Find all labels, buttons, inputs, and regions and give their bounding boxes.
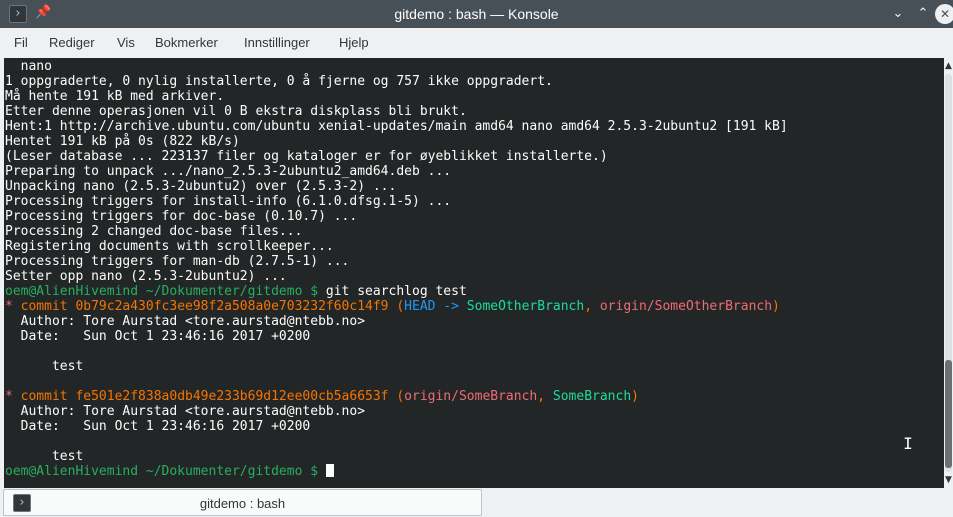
terminal-text-segment: Processing 2 changed doc-base files... [5,224,303,239]
terminal-text-segment: Date: Sun Oct 1 23:46:16 2017 +0200 [5,419,311,434]
menu-help[interactable]: Hjelp [339,28,369,58]
tab-gitdemo-bash[interactable]: gitdemo : bash › [3,489,482,516]
terminal-line: Registering documents with scrollkeeper.… [5,239,334,254]
terminal-text-segment: ( [388,299,405,314]
terminal-text-segment: ( [388,389,405,404]
menu-file[interactable]: Fil [14,28,28,58]
terminal-text-segment: Hentet 191 kB på 0s (822 kB/s) [5,134,240,149]
terminal-line: Preparing to unpack .../nano_2.5.3-2ubun… [5,164,451,179]
terminal-cursor [325,464,334,477]
terminal-line: * commit fe501e2f838a0db49e233b69d12ee00… [5,389,639,404]
terminal-text-segment: * [5,299,21,314]
menu-bar: Fil Rediger Vis Bokmerker Innstillinger … [0,28,953,58]
terminal-line: Date: Sun Oct 1 23:46:16 2017 +0200 [5,329,311,344]
terminal-text-segment: 1 oppgraderte, 0 nylig installerte, 0 å … [5,74,553,89]
window-title: gitdemo : bash — Konsole [394,6,559,22]
menu-view[interactable]: Vis [117,28,135,58]
mouse-ibeam-icon: I [903,434,913,453]
terminal-line: oem@AlienHivemind ~/Dokumenter/gitdemo $ [5,464,334,479]
terminal-text-segment: Registering documents with scrollkeeper.… [5,239,334,254]
terminal-line: Author: Tore Aurstad <tore.aurstad@ntebb… [5,314,365,329]
scroll-down-icon[interactable]: ▼ [944,474,953,486]
menu-bookmarks[interactable]: Bokmerker [155,28,218,58]
terminal-text-segment: ) [772,299,780,314]
terminal-text-segment: (Leser database ... 223137 filer og kata… [5,149,608,164]
terminal-text-segment: SomeBranch [552,389,632,404]
terminal-line: * commit 0b79c2a430fc3ee98f2a508a0e70323… [5,299,780,314]
terminal-line: (Leser database ... 223137 filer og kata… [5,149,608,164]
terminal-line: Etter denne operasjonen vil 0 B ekstra d… [5,104,467,119]
terminal-line: Hentet 191 kB på 0s (822 kB/s) [5,134,240,149]
terminal-text-segment: Processing triggers for man-db (2.7.5-1)… [5,254,350,269]
terminal-text-segment: oem@AlienHivemind ~/Dokumenter/gitdemo $ [5,464,319,479]
terminal-line: Setter opp nano (2.5.3-2ubuntu2) ... [5,269,287,284]
terminal-line: 1 oppgraderte, 0 nylig installerte, 0 å … [5,74,553,89]
terminal-line: Unpacking nano (2.5.3-2ubuntu2) over (2.… [5,179,396,194]
terminal-text-segment: commit fe501e2f838a0db49e233b69d12ee00cb… [20,389,389,404]
scrollbar[interactable]: ▲ ▼ [944,58,953,488]
terminal-text-segment: , [584,299,600,314]
terminal-line: Processing triggers for install-info (6.… [5,194,451,209]
terminal-text-segment: Må hente 191 kB med arkiver. [5,89,225,104]
terminal-text-segment: nano [5,59,52,74]
terminal-line: Date: Sun Oct 1 23:46:16 2017 +0200 [5,419,311,434]
terminal-text-segment: Etter denne operasjonen vil 0 B ekstra d… [5,104,467,119]
terminal-output[interactable]: nano 1 oppgraderte, 0 nylig installerte, … [4,58,944,488]
tab-bar: gitdemo : bash › [0,488,953,517]
close-button[interactable]: ✕ [935,4,953,24]
terminal-line: Processing 2 changed doc-base files... [5,224,302,239]
scrollbar-thumb[interactable] [945,360,952,468]
terminal-text-segment: oem@AlienHivemind ~/Dokumenter/gitdemo $ [5,284,319,299]
terminal-text-segment: git searchlog test [318,284,467,299]
menu-edit[interactable]: Rediger [49,28,95,58]
terminal-line: Processing triggers for man-db (2.7.5-1)… [5,254,349,269]
terminal-line: Author: Tore Aurstad <tore.aurstad@ntebb… [5,404,365,419]
terminal-line: Processing triggers for doc-base (0.10.7… [5,209,357,224]
terminal-text-segment: Hent:1 http://archive.ubuntu.com/ubuntu … [5,119,788,134]
terminal-line: test [5,359,83,374]
terminal-text-segment: Setter opp nano (2.5.3-2ubuntu2) ... [5,269,287,284]
terminal-icon: › [13,494,31,512]
terminal-text-segment: Date: Sun Oct 1 23:46:16 2017 +0200 [5,329,311,344]
terminal-text-segment: test [5,449,84,464]
terminal-text-segment: Preparing to unpack .../nano_2.5.3-2ubun… [5,164,452,179]
scroll-up-icon[interactable]: ▲ [944,60,953,72]
terminal-text-segment: ) [631,389,639,404]
terminal-line: nano [5,59,52,74]
terminal-text-segment: HEAD -> [404,299,467,314]
title-bar[interactable]: › 📌 gitdemo : bash — Konsole ⌄ ⌃ ✕ [0,0,953,28]
tab-label: gitdemo : bash [199,496,286,511]
terminal-text-segment: Unpacking nano (2.5.3-2ubuntu2) over (2.… [5,179,397,194]
terminal-text-segment: , [537,389,553,404]
terminal-text-segment: Processing triggers for install-info (6.… [5,194,452,209]
terminal-line: oem@AlienHivemind ~/Dokumenter/gitdemo $… [5,284,467,299]
terminal-text-segment: Processing triggers for doc-base (0.10.7… [5,209,358,224]
menu-settings[interactable]: Innstillinger [244,28,310,58]
terminal-line: Må hente 191 kB med arkiver. [5,89,224,104]
terminal-text-segment: SomeOtherBranch [466,299,585,314]
terminal-text-segment: Author: Tore Aurstad <tore.aurstad@ntebb… [5,404,366,419]
terminal-text-segment: commit 0b79c2a430fc3ee98f2a508a0e703232f… [20,299,389,314]
terminal-text-segment: * [5,389,21,404]
terminal-text-segment: Author: Tore Aurstad <tore.aurstad@ntebb… [5,314,366,329]
terminal-line: Hent:1 http://archive.ubuntu.com/ubuntu … [5,119,788,134]
terminal-text-segment: test [5,359,84,374]
minimize-button[interactable]: ⌄ [889,5,907,23]
terminal-text-segment: origin/SomeBranch [404,389,538,404]
terminal-text-segment: origin/SomeOtherBranch [599,299,773,314]
terminal-line: test [5,449,83,464]
maximize-button[interactable]: ⌃ [914,5,932,23]
